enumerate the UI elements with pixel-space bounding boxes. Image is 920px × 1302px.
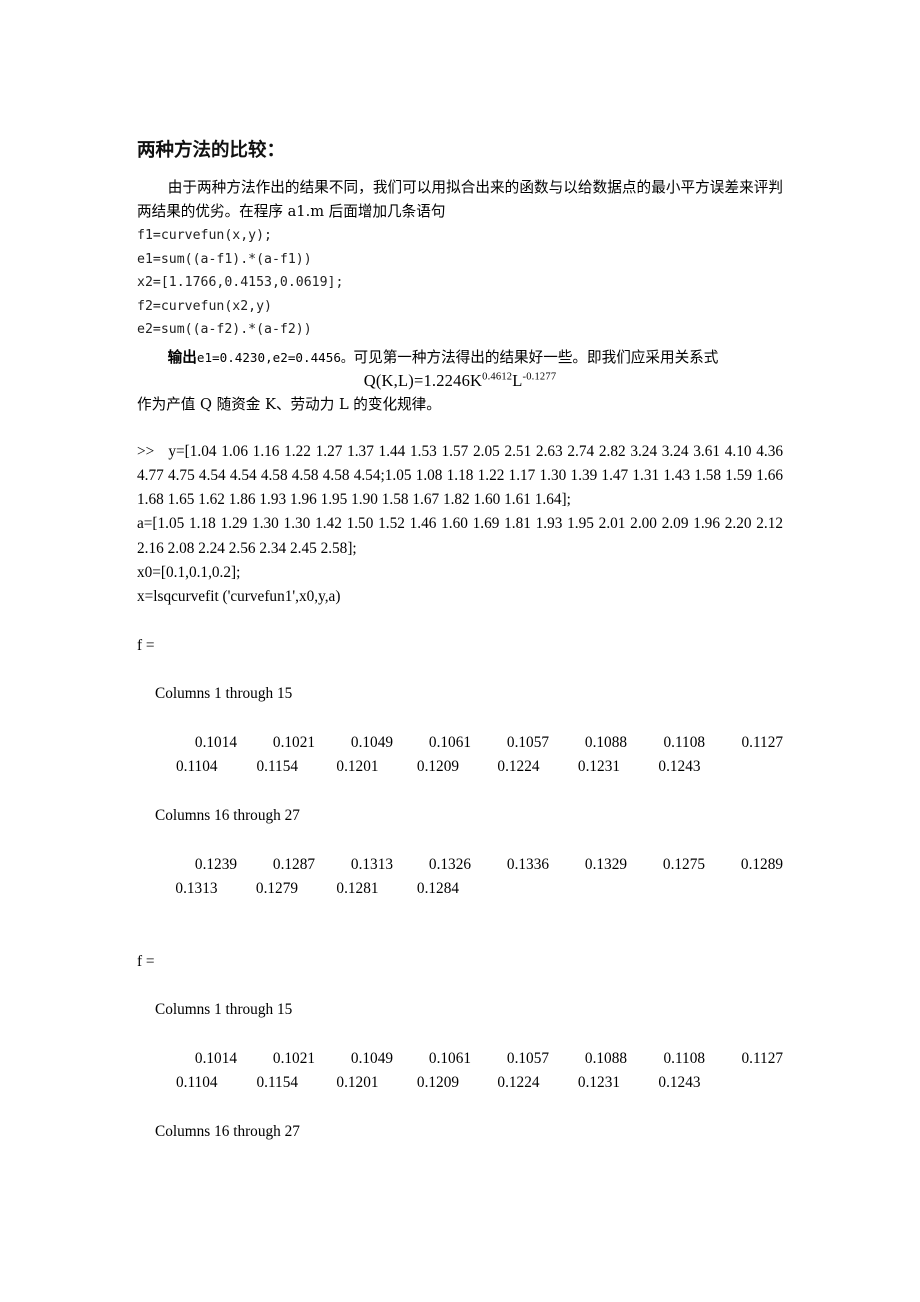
columns-header-1: Columns 1 through 15 xyxy=(155,685,293,703)
code-line: f1=curvefun(x,y); xyxy=(137,228,272,243)
result-row: 0.1239 0.1287 0.1313 0.1326 0.1336 0.132… xyxy=(137,853,783,877)
result-row: 0.1014 0.1021 0.1049 0.1061 0.1057 0.108… xyxy=(137,731,783,755)
result-cell: 0.1329 xyxy=(584,855,627,873)
result-cell: 0.1014 xyxy=(194,734,237,752)
result-cell: 0.1014 xyxy=(194,1049,237,1067)
columns-header-3: Columns 1 through 15 xyxy=(155,1001,293,1019)
output-values: e1=0.4230,e2=0.4456。 xyxy=(196,349,354,365)
result-cell: 0.1201 xyxy=(336,1074,379,1092)
result-cell: 0.1057 xyxy=(506,734,549,752)
session-x0-line: x0=[0.1,0.1,0.2]; xyxy=(137,563,241,581)
result-row: 0.1313 0.1279 0.1281 0.1284 xyxy=(137,877,783,901)
result-cell: 0.1284 xyxy=(416,879,459,897)
formula-exponent-l: -0.1277 xyxy=(522,371,557,383)
result-cell: 0.1088 xyxy=(584,734,627,752)
session-prompt-line: >> y=[1.04 1.06 1.16 1.22 1.27 1.37 1.44… xyxy=(137,442,787,509)
result-cell: 0.1336 xyxy=(506,855,549,873)
output-comment: 可见第一种方法得出的结果好一些。即我们应采用关系式 xyxy=(353,348,719,366)
result-cell: 0.1061 xyxy=(428,1049,471,1067)
result-cell: 0.1057 xyxy=(506,1049,549,1067)
production-function-formula: Q(K,L)=1.2246K0.4612L-0.1277 xyxy=(137,369,783,393)
document-page: 两种方法的比较： 由于两种方法作出的结果不同，我们可以用拟合出来的函数与以给数据… xyxy=(0,0,920,1302)
matlab-code-block: f1=curvefun(x,y); e1=sum((a-f1).*(a-f1))… xyxy=(137,224,783,342)
columns-header-2: Columns 16 through 27 xyxy=(155,806,300,824)
session-a-line: a=[1.05 1.18 1.29 1.30 1.30 1.42 1.50 1.… xyxy=(137,515,787,557)
matlab-session-transcript: >> y=[1.04 1.06 1.16 1.22 1.27 1.37 1.44… xyxy=(137,440,783,1145)
result-cell: 0.1049 xyxy=(350,734,393,752)
result-cell: 0.1313 xyxy=(350,855,393,873)
result-cell: 0.1289 xyxy=(740,855,783,873)
result-cell: 0.1326 xyxy=(428,855,471,873)
intro-paragraph-text: 由于两种方法作出的结果不同，我们可以用拟合出来的函数与以给数据点的最小平方误差来… xyxy=(137,179,783,220)
result-cell: 0.1021 xyxy=(272,734,315,752)
result-cell: 0.1209 xyxy=(416,1074,459,1092)
formula-lead: Q(K,L)=1.2246K xyxy=(363,371,483,390)
result-cell: 0.1281 xyxy=(336,879,379,897)
result-cell: 0.1201 xyxy=(336,758,379,776)
formula-exponent-k: 0.4612 xyxy=(482,371,513,383)
result-cell: 0.1154 xyxy=(256,1074,299,1092)
result-row: 0.1014 0.1021 0.1049 0.1061 0.1057 0.108… xyxy=(137,1047,783,1071)
result-cell: 0.1127 xyxy=(741,734,784,752)
result-cell: 0.1021 xyxy=(272,1049,315,1067)
result-cell: 0.1209 xyxy=(416,758,459,776)
result-cell: 0.1279 xyxy=(255,879,298,897)
result-cell: 0.1088 xyxy=(584,1049,627,1067)
code-line: f2=curvefun(x2,y) xyxy=(137,298,272,314)
result-cell: 0.1243 xyxy=(658,1074,701,1092)
document-body: 两种方法的比较： 由于两种方法作出的结果不同，我们可以用拟合出来的函数与以给数据… xyxy=(137,138,783,1144)
result-cell: 0.1275 xyxy=(662,855,705,873)
result-cell: 0.1108 xyxy=(663,734,706,752)
result-cell: 0.1231 xyxy=(577,1074,620,1092)
result-cell: 0.1104 xyxy=(176,1074,218,1092)
result-cell: 0.1049 xyxy=(350,1049,393,1067)
result-cell: 0.1287 xyxy=(272,855,315,873)
result-cell: 0.1154 xyxy=(256,758,299,776)
result-cell: 0.1243 xyxy=(658,758,701,776)
intro-paragraph: 由于两种方法作出的结果不同，我们可以用拟合出来的函数与以给数据点的最小平方误差来… xyxy=(137,176,783,223)
result-cell: 0.1224 xyxy=(497,758,540,776)
code-line: e1=sum((a-f1).*(a-f1)) xyxy=(137,251,312,267)
formula-mid: L xyxy=(512,371,523,390)
output-label: 输出 xyxy=(167,348,197,366)
result-cell: 0.1061 xyxy=(428,734,471,752)
result-row: 0.1104 0.1154 0.1201 0.1209 0.1224 0.123… xyxy=(137,1071,783,1095)
result-cell: 0.1104 xyxy=(176,758,218,776)
result-cell: 0.1313 xyxy=(175,879,218,897)
code-line: e2=sum((a-f2).*(a-f2)) xyxy=(137,322,312,337)
result-label-f-1: f = xyxy=(137,636,155,654)
result-cell: 0.1127 xyxy=(741,1049,784,1067)
result-label-f-2: f = xyxy=(137,952,155,970)
result-cell: 0.1231 xyxy=(577,758,620,776)
result-cell: 0.1108 xyxy=(663,1049,706,1067)
closing-paragraph: 作为产值 Q 随资金 K、劳动力 L 的变化规律。 xyxy=(137,396,441,413)
result-cell: 0.1239 xyxy=(194,855,237,873)
columns-header-4: Columns 16 through 27 xyxy=(155,1122,300,1140)
code-line: x2=[1.1766,0.4153,0.0619]; xyxy=(137,275,344,290)
result-cell: 0.1224 xyxy=(497,1074,540,1092)
result-row: 0.1104 0.1154 0.1201 0.1209 0.1224 0.123… xyxy=(137,755,783,779)
page-title: 两种方法的比较： xyxy=(137,140,286,161)
output-paragraph: 输出e1=0.4230,e2=0.4456。可见第一种方法得出的结果好一些。即我… xyxy=(137,346,783,370)
session-lsqcurvefit-line: x=lsqcurvefit ('curvefun1',x0,y,a) xyxy=(137,588,341,606)
